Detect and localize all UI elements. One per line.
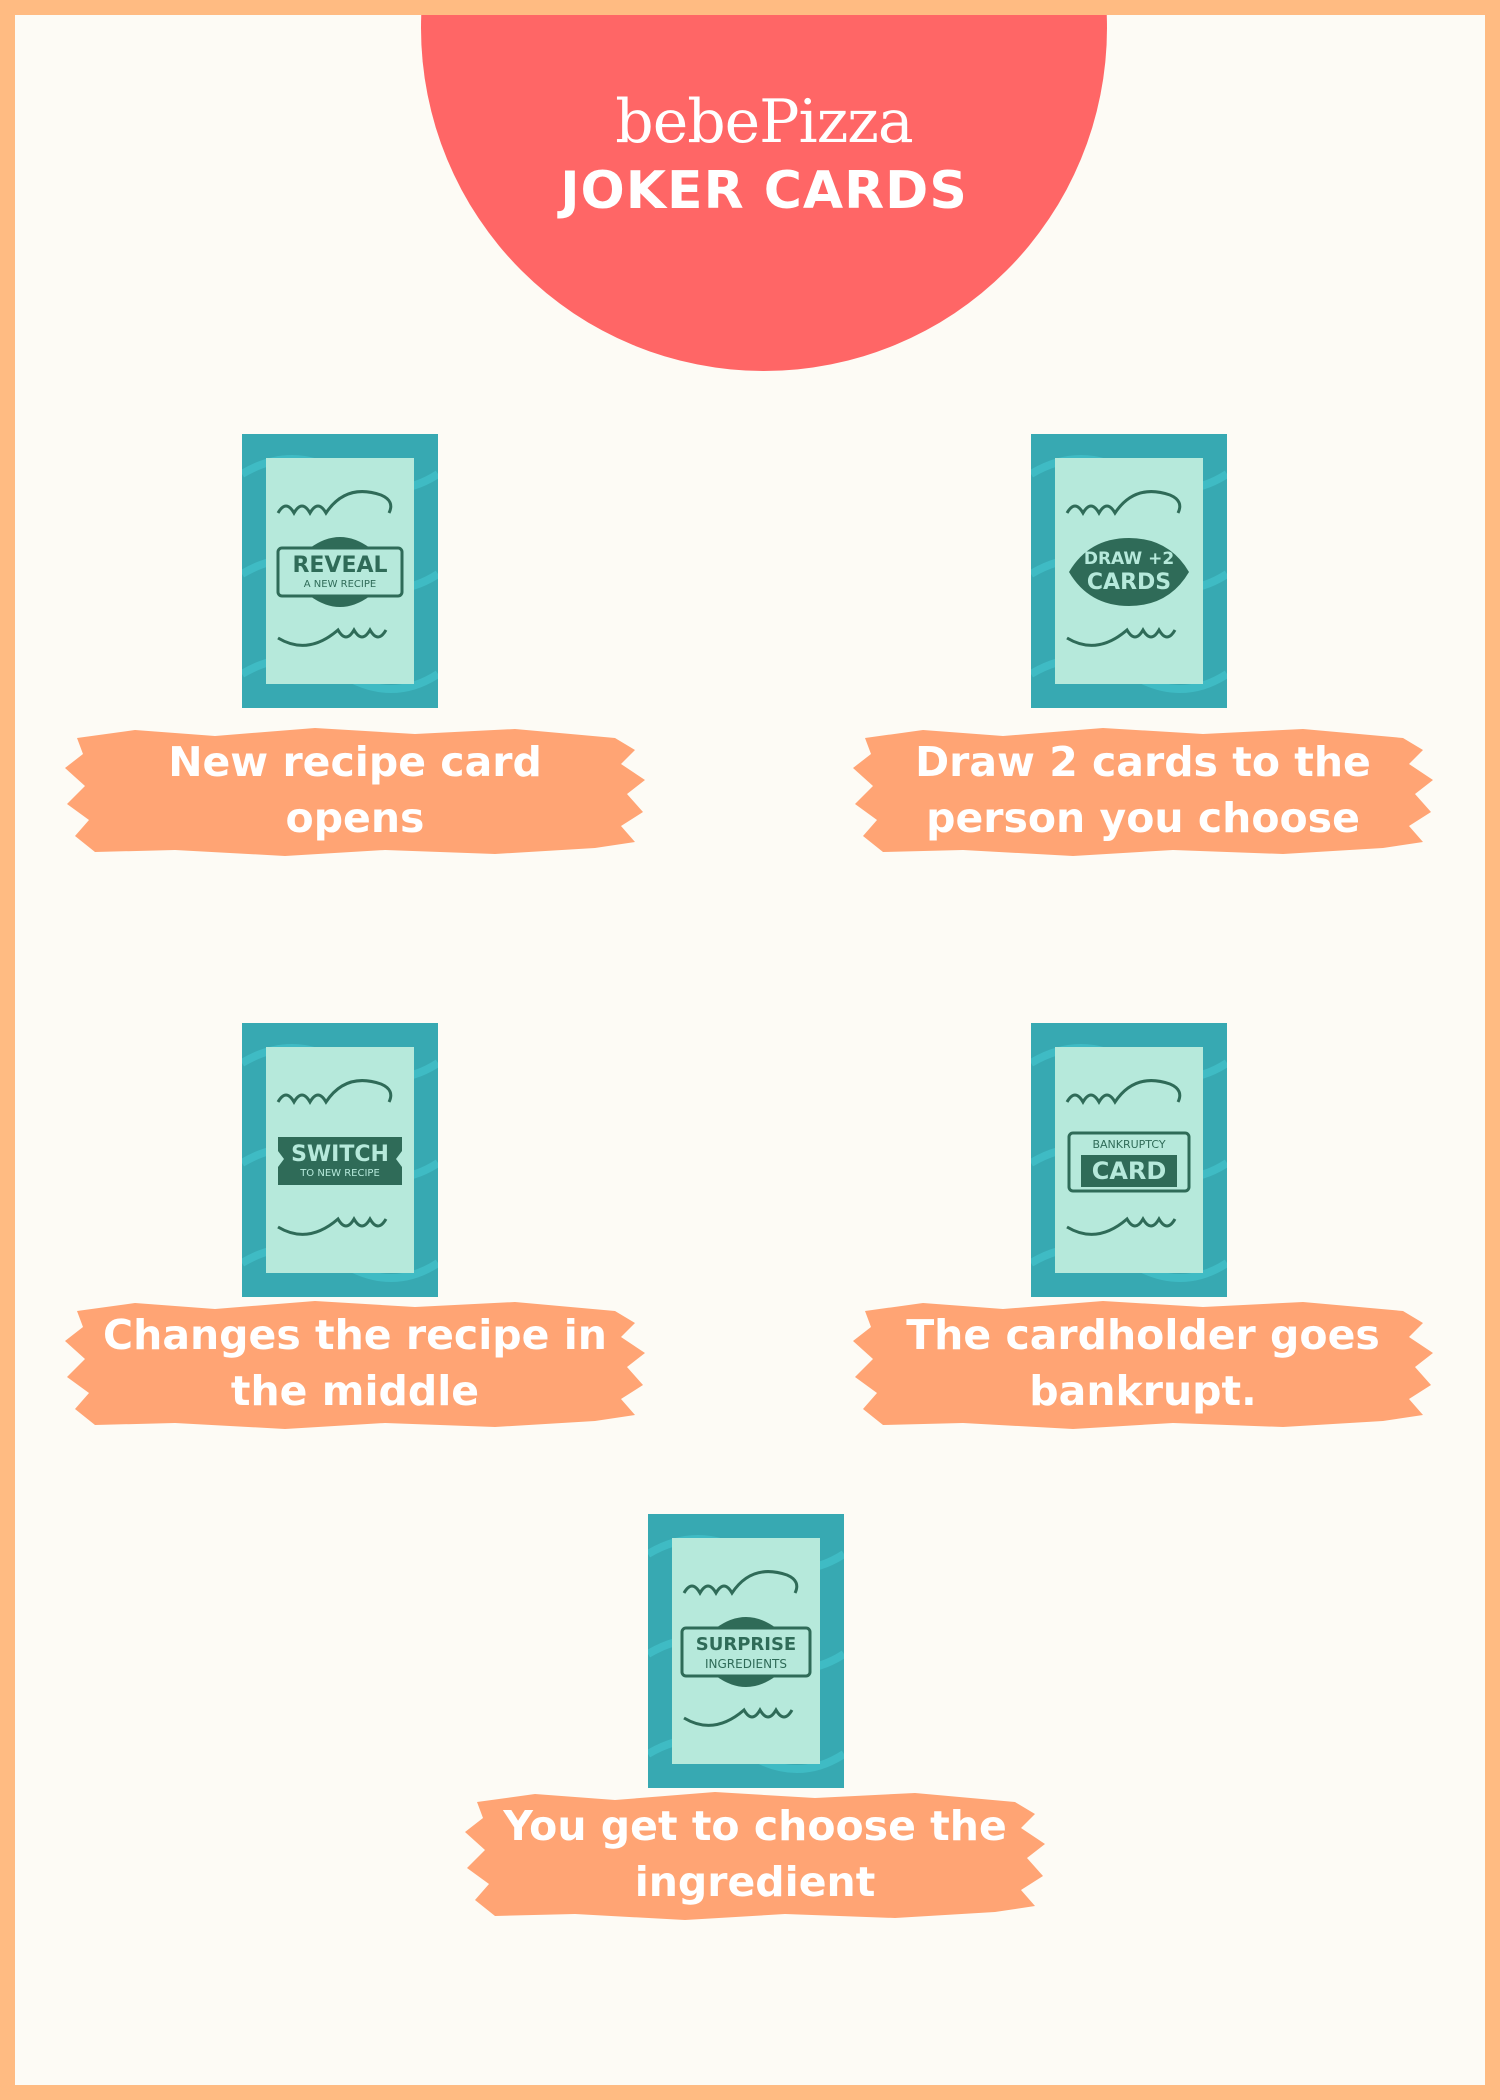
joker-card-reveal: REVEAL A NEW RECIPE bbox=[242, 434, 438, 708]
card-title-line1: BANKRUPTCY bbox=[1092, 1138, 1166, 1151]
card-title-line1: DRAW +2 bbox=[1083, 549, 1175, 569]
card-description: New recipe card opens bbox=[168, 738, 542, 842]
card-description-block: You get to choose the ingredient bbox=[455, 1784, 1055, 1924]
card-description: You get to choose the ingredient bbox=[503, 1802, 1007, 1906]
brand-name: bebePizza bbox=[615, 87, 913, 157]
poster-page: bebePizza JOKER CARDS REVEAL A NEW RECIP… bbox=[0, 0, 1500, 2100]
joker-card-surprise: SURPRISE INGREDIENTS bbox=[648, 1514, 844, 1788]
card-title-line2: INGREDIENTS bbox=[704, 1657, 788, 1671]
card-description-block: Draw 2 cards to the person you choose bbox=[843, 720, 1443, 860]
page-title: JOKER CARDS bbox=[560, 161, 968, 221]
card-description-block: Changes the recipe in the middle bbox=[55, 1293, 655, 1433]
joker-card-bankruptcy: BANKRUPTCY CARD bbox=[1031, 1023, 1227, 1297]
card-face: REVEAL A NEW RECIPE bbox=[266, 458, 414, 684]
card-title-line2: CARD bbox=[1091, 1157, 1167, 1185]
card-description-block: New recipe card opens bbox=[55, 720, 655, 860]
card-title-line2: A NEW RECIPE bbox=[303, 579, 377, 590]
card-title-line1: SWITCH bbox=[291, 1142, 389, 1167]
card-description: Draw 2 cards to the person you choose bbox=[915, 738, 1371, 842]
card-face: SURPRISE INGREDIENTS bbox=[672, 1538, 820, 1764]
joker-card-draw-two: DRAW +2 CARDS bbox=[1031, 434, 1227, 708]
card-description: The cardholder goes bankrupt. bbox=[906, 1311, 1380, 1415]
card-title-line2: TO NEW RECIPE bbox=[300, 1168, 380, 1179]
card-description-block: The cardholder goes bankrupt. bbox=[843, 1293, 1443, 1433]
card-face: DRAW +2 CARDS bbox=[1055, 458, 1203, 684]
card-title-line1: REVEAL bbox=[292, 553, 388, 578]
card-face: BANKRUPTCY CARD bbox=[1055, 1047, 1203, 1273]
card-title-line2: CARDS bbox=[1086, 570, 1172, 595]
card-face: SWITCH TO NEW RECIPE bbox=[266, 1047, 414, 1273]
card-description: Changes the recipe in the middle bbox=[103, 1311, 607, 1415]
card-title-line1: SURPRISE bbox=[695, 1634, 797, 1655]
joker-card-switch: SWITCH TO NEW RECIPE bbox=[242, 1023, 438, 1297]
